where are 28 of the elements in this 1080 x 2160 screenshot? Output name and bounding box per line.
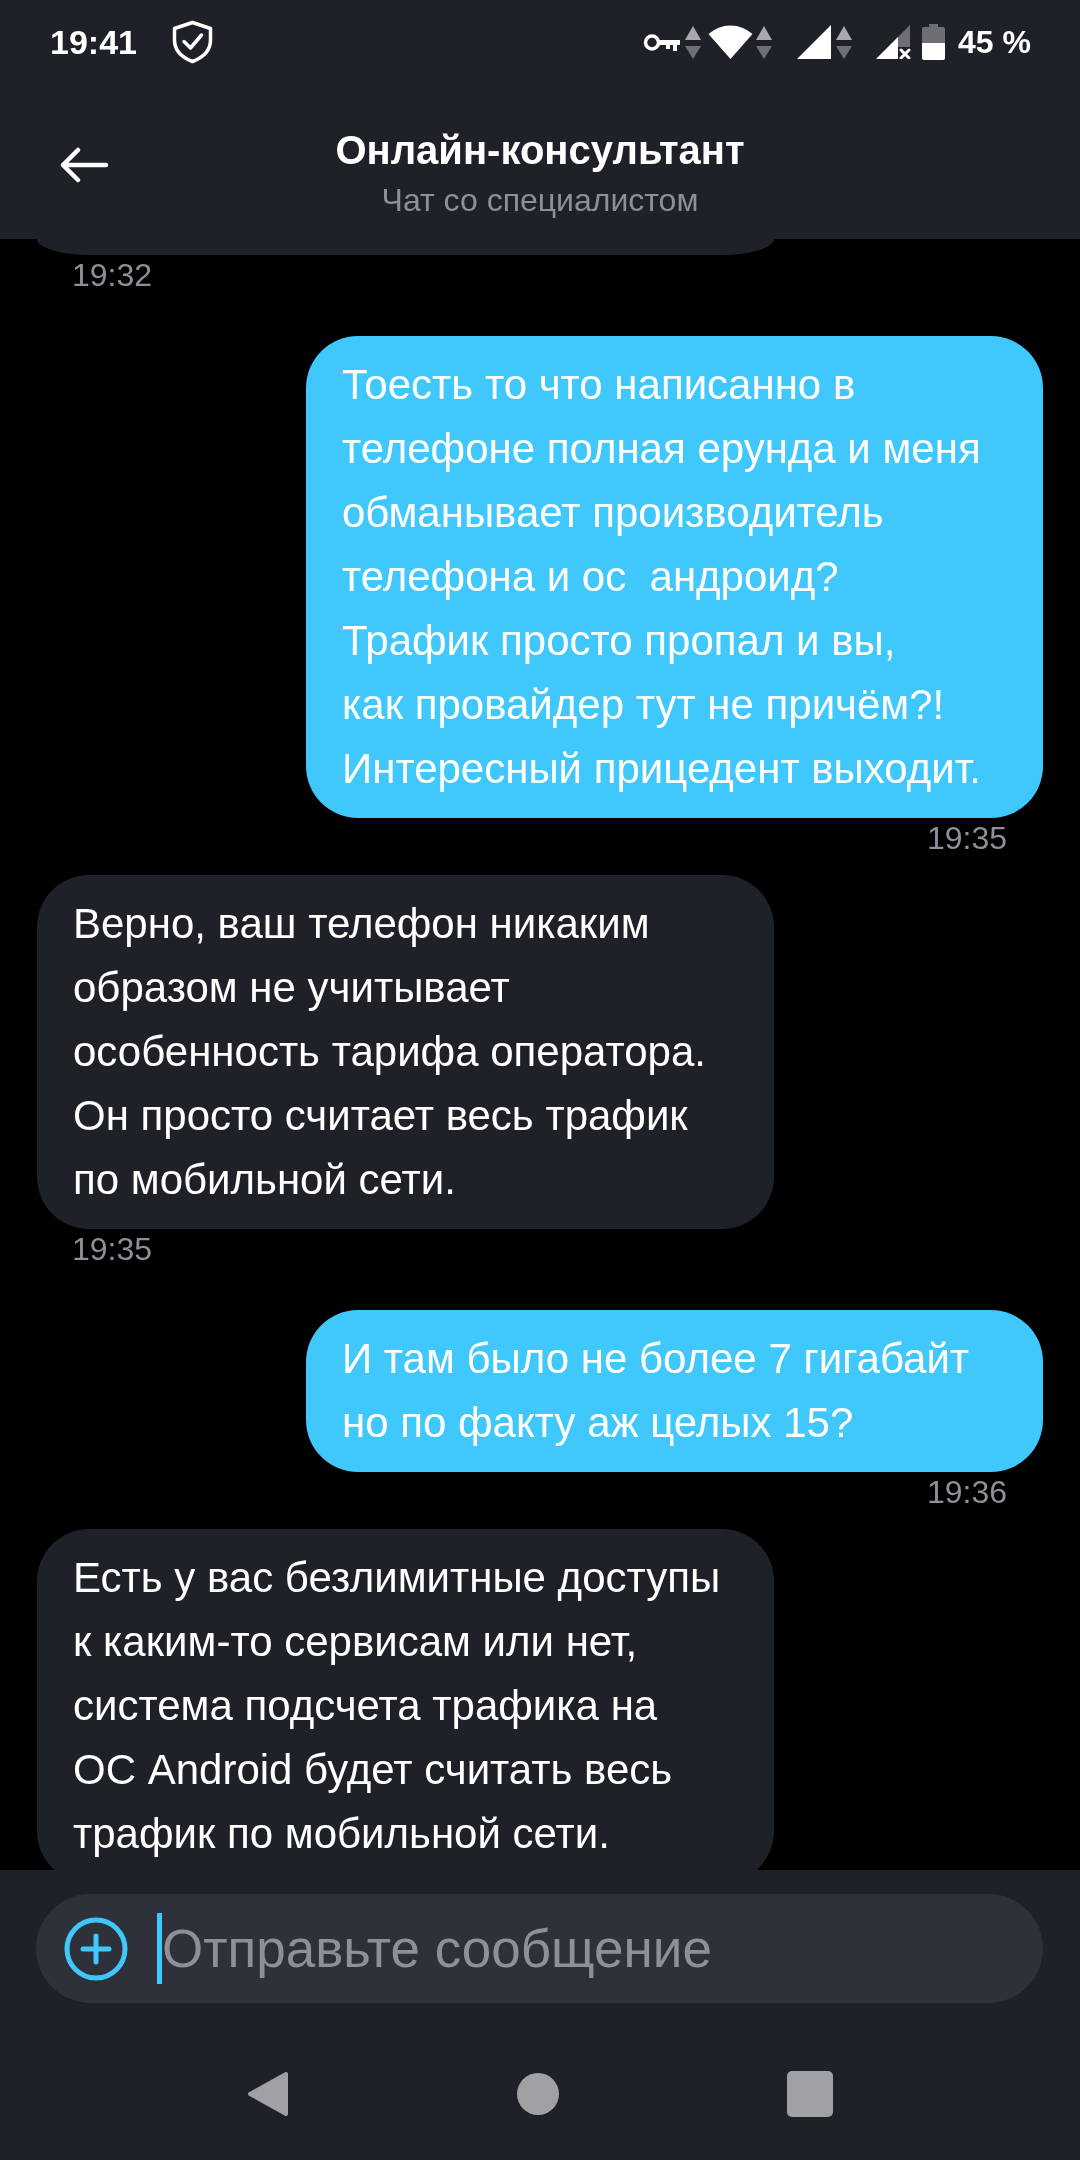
message-bubble: Тоесть то что написанно в телефоне полная ерунда и меня обманывает производитель телефона и ос андроид? Трафик просто пропал и вы, как провайдер тут не причём?! Интересный прицедент выходит. [306,336,1043,818]
message-time: 19:35 [926,819,1007,858]
message-bubble: Верно, ваш телефон никаким образом не учитывает особенность тарифа оператора. Он просто считает весь трафик по мобильной сети. [37,875,774,1229]
key-icon [643,31,682,53]
status-time: 19:41 [50,22,137,62]
updown-arrows-icon [756,25,773,59]
chat-title: Онлайн-консультант [335,128,745,172]
signal-icon [797,25,832,59]
message-input[interactable]: Отправьте сообщение [162,1916,1003,1981]
message-bubble: Есть у вас безлимитные доступы к каким-то сервисам или нет, система подсчета трафика на ОС Android будет считать весь трафик по мобильной сети. [37,1529,774,1870]
nav-back-icon[interactable] [247,2070,289,2117]
wifi-icon [708,25,754,59]
updown-arrows-icon [836,25,853,59]
message-time: 19:35 [72,1230,153,1269]
chat-subtitle: Чат со специалистом [381,182,699,218]
no-signal-icon [876,25,912,59]
battery-percent: 45 % [958,23,1031,62]
add-icon[interactable] [64,1916,128,1981]
nav-home-icon[interactable] [517,2072,559,2115]
shield-check-icon [170,20,214,64]
message-time: 19:36 [926,1473,1007,1512]
nav-recents-icon[interactable] [787,2070,833,2117]
back-icon[interactable] [59,147,109,183]
message-input-field[interactable]: Отправьте сообщение [36,1894,1043,2003]
message-bubble: И там было не более 7 гигабайт но по факту аж целых 15? [306,1310,1043,1472]
message-time: 19:32 [72,256,153,295]
battery-icon [922,24,946,60]
updown-arrows-icon [685,25,702,59]
